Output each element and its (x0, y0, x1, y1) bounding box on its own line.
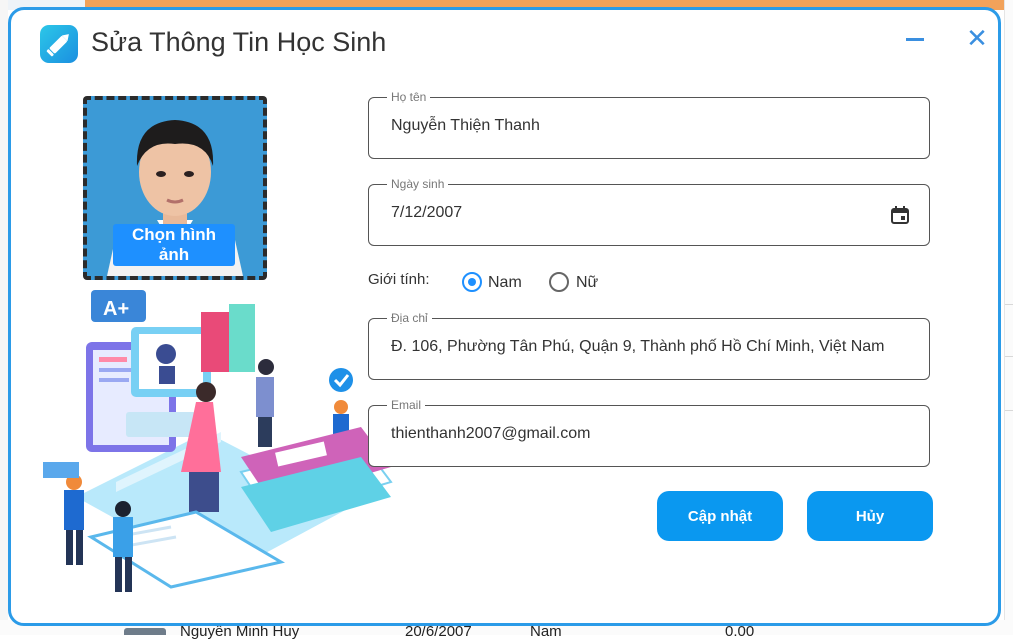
email-field[interactable]: Email thienthanh2007@gmail.com (368, 397, 930, 467)
birthdate-value: 7/12/2007 (391, 204, 463, 221)
gender-option-male-label[interactable]: Nam (488, 274, 522, 292)
calendar-icon[interactable] (891, 206, 909, 224)
dialog-title: Sửa Thông Tin Học Sinh (91, 27, 387, 57)
update-button[interactable]: Cập nhật (657, 491, 783, 541)
address-field[interactable]: Địa chỉ Đ. 106, Phường Tân Phú, Quận 9, … (368, 310, 930, 380)
background-divider (1005, 304, 1013, 305)
gender-radio-male[interactable] (462, 272, 482, 292)
fullname-value: Nguyễn Thiện Thanh (391, 117, 540, 134)
choose-image-button[interactable]: Chọn hình ảnh (113, 224, 235, 266)
cancel-button[interactable]: Hủy (807, 491, 933, 541)
education-illustration: A+ (43, 290, 393, 592)
email-label: Email (387, 397, 426, 413)
address-value: Đ. 106, Phường Tân Phú, Quận 9, Thành ph… (391, 338, 885, 355)
email-value: thienthanh2007@gmail.com (391, 425, 591, 442)
birthdate-field[interactable]: Ngày sinh 7/12/2007 (368, 176, 930, 246)
background-row-avatar (124, 628, 166, 635)
minimize-icon[interactable] (904, 28, 928, 52)
close-icon[interactable]: ✕ (963, 24, 991, 52)
background-left-edge (0, 0, 8, 635)
address-label: Địa chỉ (387, 310, 432, 326)
birthdate-label: Ngày sinh (387, 176, 449, 192)
gender-option-female-label[interactable]: Nữ (576, 274, 598, 292)
background-divider (1005, 356, 1013, 357)
background-divider (1005, 410, 1013, 411)
edit-student-dialog: Sửa Thông Tin Học Sinh ✕ Chọn hình ảnh A… (8, 7, 1001, 626)
gender-radio-female[interactable] (549, 272, 569, 292)
edit-pencil-icon (40, 25, 78, 63)
fullname-label: Họ tên (387, 89, 431, 105)
fullname-field[interactable]: Họ tên Nguyễn Thiện Thanh (368, 89, 930, 159)
svg-text:A+: A+ (103, 298, 129, 320)
background-right-edge (1004, 0, 1013, 635)
gender-label: Giới tính: (368, 271, 430, 288)
